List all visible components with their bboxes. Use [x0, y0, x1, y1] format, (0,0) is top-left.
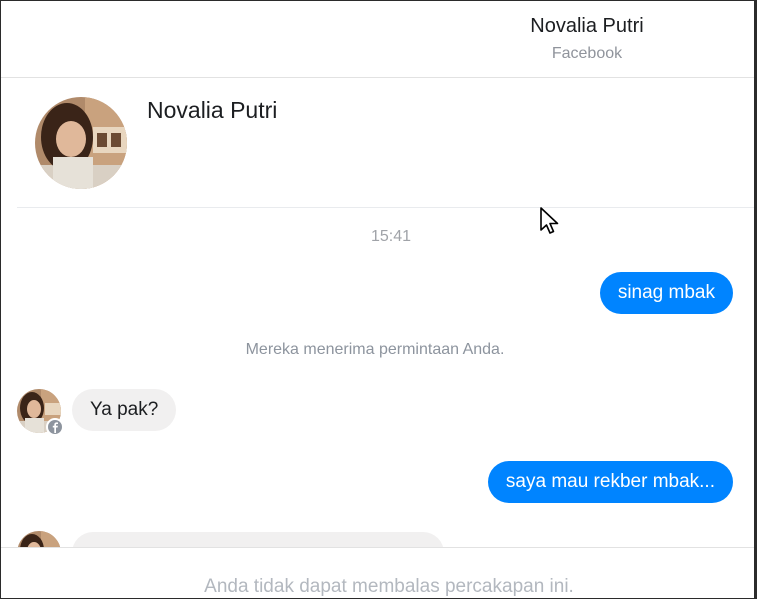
profile-divider [17, 207, 755, 208]
incoming-message-bubble[interactable]: Ya pak? [72, 389, 177, 431]
request-accepted-notice: Mereka menerima permintaan Anda. [245, 341, 505, 358]
header-contact-name[interactable]: Novalia Putri [457, 15, 717, 38]
message-timestamp: 15:41 [370, 228, 412, 245]
header-platform-label: Facebook [551, 45, 623, 62]
cannot-reply-notice: Anda tidak dapat membalas percakapan ini… [204, 576, 574, 597]
profile-name[interactable]: Novalia Putri [147, 97, 277, 124]
facebook-badge-icon [46, 418, 64, 436]
messenger-window: Novalia Putri Facebook Novalia Putri 15:… [0, 0, 757, 599]
composer-disabled: Anda tidak dapat membalas percakapan ini… [1, 547, 756, 598]
outgoing-message-bubble[interactable]: sinag mbak [599, 272, 733, 314]
mouse-cursor-icon [540, 207, 559, 234]
window-right-border [754, 1, 756, 598]
outgoing-message-bubble[interactable]: saya mau rekber mbak... [487, 461, 733, 503]
conversation-header: Novalia Putri Facebook [1, 1, 756, 78]
profile-avatar[interactable] [35, 97, 127, 189]
